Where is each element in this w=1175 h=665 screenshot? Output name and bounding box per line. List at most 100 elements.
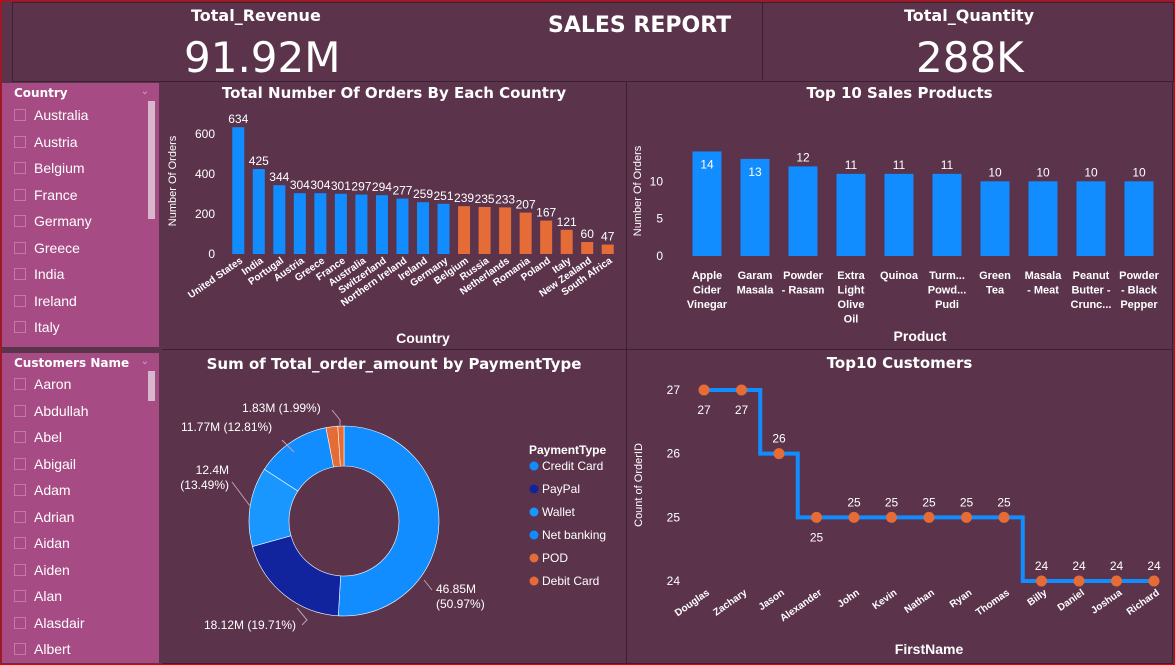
data-label: 24 (1035, 559, 1049, 573)
country-slicer-item[interactable]: Ireland (14, 293, 77, 309)
chevron-down-icon[interactable]: ⌄ (141, 86, 149, 97)
data-label: 14 (700, 157, 714, 171)
customer-slicer-scrollbar[interactable] (148, 371, 155, 401)
checkbox-icon[interactable] (14, 294, 26, 307)
customer-slicer-item[interactable]: Abel (14, 429, 62, 445)
orders-by-country-panel: Total Number Of Orders By Each Country 0… (162, 81, 627, 350)
products-chart: 0 5 10 Number Of Orders Product 14 Apple Cider V… (632, 145, 1160, 344)
legend-item: POD (542, 551, 568, 565)
checkbox-icon[interactable] (14, 321, 26, 333)
checkbox-icon[interactable] (14, 484, 26, 496)
x-tick-label: Powd... (928, 285, 967, 297)
checkbox-icon[interactable] (14, 378, 26, 390)
checkbox-icon[interactable] (14, 162, 26, 174)
x-tick-label: Masala (737, 285, 775, 297)
bar (560, 229, 573, 254)
customer-slicer-item[interactable]: Alan (14, 588, 62, 604)
bar (1076, 181, 1106, 256)
x-tick-label: Turm... (929, 270, 965, 282)
x-tick-label: - Rasam (782, 285, 825, 297)
donut-slice (252, 535, 341, 617)
data-label: 25 (960, 495, 974, 509)
customer-slicer-item[interactable]: Aidan (14, 535, 70, 551)
y-tick-label: 24 (667, 574, 681, 588)
data-label: 12 (796, 150, 810, 164)
country-slicer-scrollbar[interactable] (148, 101, 155, 219)
country-slicer-item-label: India (34, 266, 65, 282)
y-tick-label: 5 (656, 212, 663, 226)
customer-slicer-item[interactable]: Albert (14, 641, 71, 657)
customer-slicer-item[interactable]: Adam (14, 482, 71, 498)
legend-marker (529, 576, 539, 586)
chevron-down-icon[interactable]: ⌄ (141, 356, 149, 367)
bar (540, 220, 553, 254)
checkbox-icon[interactable] (14, 563, 26, 576)
checkbox-icon[interactable] (14, 404, 26, 417)
data-label: 425 (249, 154, 269, 168)
customer-slicer-item[interactable]: Abdullah (14, 403, 89, 419)
legend-marker (529, 461, 539, 471)
x-tick-label: Quinoa (880, 270, 919, 282)
customer-slicer-item[interactable]: Adrian (14, 509, 74, 525)
data-label: 304 (310, 178, 330, 192)
x-tick-label: Billy (1026, 587, 1050, 608)
country-slicer-item-label: Austria (34, 133, 78, 150)
checkbox-icon[interactable] (14, 510, 26, 523)
x-tick-label: Kevin (871, 587, 900, 612)
checkbox-icon[interactable] (14, 135, 26, 148)
data-label: 239 (454, 191, 474, 205)
y-tick-label: 400 (195, 167, 215, 181)
customer-slicer-item-label: Abel (34, 429, 63, 445)
customer-slicer-item[interactable]: Alasdair (14, 615, 85, 631)
data-point (848, 511, 860, 523)
data-point (773, 448, 785, 460)
checkbox-icon[interactable] (14, 188, 26, 201)
country-slicer-item[interactable]: Austria (14, 134, 78, 150)
country-slicer-item[interactable]: Germany (14, 213, 92, 229)
y-axis-title: Count of OrderID (633, 443, 645, 527)
checkbox-icon[interactable] (14, 431, 26, 443)
quantity-title: Total_Quantity (904, 6, 1035, 25)
country-slicer: Country ⌄ Australia Austria Belgium France G… (2, 83, 159, 347)
country-slicer-item[interactable]: India (14, 266, 64, 282)
checkbox-icon[interactable] (14, 109, 26, 121)
country-slicer-item[interactable]: Australia (14, 107, 88, 123)
x-tick-label: Powder (1119, 270, 1159, 282)
slice-label: 12.4M (196, 463, 229, 477)
x-tick-label: Peanut (1073, 270, 1110, 282)
leader-line (296, 607, 308, 626)
customer-slicer-item-label: Aidan (34, 535, 70, 551)
bar (396, 198, 409, 254)
customer-slicer-item[interactable]: Abigail (14, 456, 76, 472)
leader-line (331, 409, 341, 428)
customer-slicer-item[interactable]: Aaron (14, 376, 71, 392)
y-tick-label: 0 (208, 247, 215, 261)
checkbox-icon[interactable] (14, 241, 26, 254)
checkbox-icon[interactable] (14, 616, 26, 629)
data-label: 121 (557, 215, 577, 229)
customer-slicer-item[interactable]: Aiden (14, 562, 70, 578)
x-tick-label: - Meat (1027, 285, 1059, 297)
checkbox-icon[interactable] (14, 457, 26, 470)
checkbox-icon[interactable] (14, 590, 26, 602)
data-label: 207 (516, 198, 536, 212)
bar (355, 194, 368, 254)
data-label: 11 (941, 158, 954, 172)
country-slicer-item[interactable]: France (14, 187, 78, 203)
checkbox-icon[interactable] (14, 215, 26, 227)
checkbox-icon[interactable] (14, 643, 26, 655)
leader-line (423, 579, 433, 591)
data-label: 25 (810, 530, 824, 544)
checkbox-icon[interactable] (14, 268, 26, 280)
country-slicer-item[interactable]: Belgium (14, 160, 85, 176)
bar (293, 193, 306, 254)
bar (932, 173, 962, 256)
checkbox-icon[interactable] (14, 537, 26, 549)
data-label: 233 (495, 192, 515, 206)
country-slicer-item[interactable]: Italy (14, 319, 60, 335)
country-slicer-item[interactable]: Greece (14, 240, 80, 256)
x-tick-label: Richard (1125, 587, 1162, 617)
legend-item: Credit Card (542, 459, 603, 473)
x-tick-label: Butter - (1071, 285, 1110, 297)
bar (884, 173, 914, 256)
